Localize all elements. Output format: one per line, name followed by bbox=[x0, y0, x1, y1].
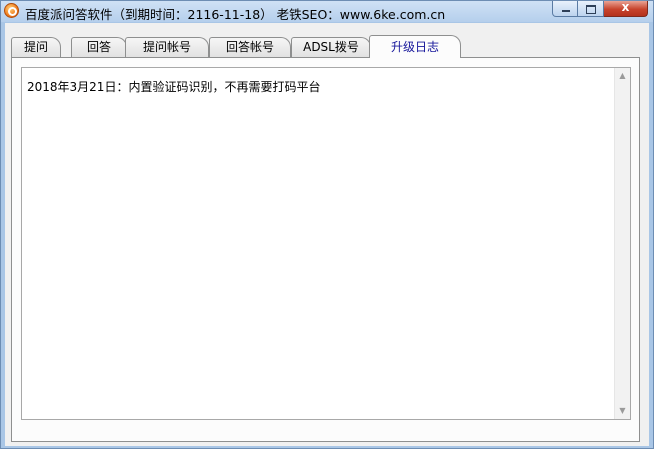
maximize-button[interactable] bbox=[578, 1, 604, 17]
window-controls: x bbox=[552, 0, 648, 18]
tab-ask-accounts[interactable]: 提问帐号 bbox=[125, 37, 209, 57]
tab-upgrade-log[interactable]: 升级日志 bbox=[369, 35, 461, 58]
tab-answer-accounts[interactable]: 回答帐号 bbox=[209, 37, 291, 57]
tab-strip: 提问 回答 提问帐号 回答帐号 ADSL拨号 升级日志 bbox=[11, 35, 645, 58]
upgrade-log-textbox[interactable]: 2018年3月21日：内置验证码识别，不再需要打码平台 ▲ ▼ bbox=[21, 67, 631, 420]
tab-adsl-dial[interactable]: ADSL拨号 bbox=[291, 37, 371, 57]
vertical-scrollbar[interactable]: ▲ ▼ bbox=[614, 68, 630, 419]
title-bar[interactable]: 百度派问答软件（到期时间：2116-11-18） 老铁SEO：www.6ke.c… bbox=[1, 0, 653, 22]
client-area: 提问 回答 提问帐号 回答帐号 ADSL拨号 升级日志 2018年3月21日：内… bbox=[5, 23, 649, 446]
close-icon: x bbox=[621, 0, 630, 14]
app-window: 百度派问答软件（到期时间：2116-11-18） 老铁SEO：www.6ke.c… bbox=[0, 0, 654, 449]
app-logo-icon bbox=[4, 3, 19, 18]
tab-answer[interactable]: 回答 bbox=[71, 37, 127, 57]
tab-ask[interactable]: 提问 bbox=[11, 37, 61, 57]
arrow-down-icon[interactable]: ▼ bbox=[615, 403, 630, 419]
arrow-up-icon[interactable]: ▲ bbox=[615, 68, 630, 84]
window-title: 百度派问答软件（到期时间：2116-11-18） 老铁SEO：www.6ke.c… bbox=[25, 7, 446, 22]
tab-panel-upgrade-log: 2018年3月21日：内置验证码识别，不再需要打码平台 ▲ ▼ bbox=[11, 57, 640, 442]
upgrade-log-entry: 2018年3月21日：内置验证码识别，不再需要打码平台 bbox=[27, 80, 321, 94]
close-button[interactable]: x bbox=[604, 0, 648, 17]
minimize-button[interactable] bbox=[552, 1, 578, 17]
